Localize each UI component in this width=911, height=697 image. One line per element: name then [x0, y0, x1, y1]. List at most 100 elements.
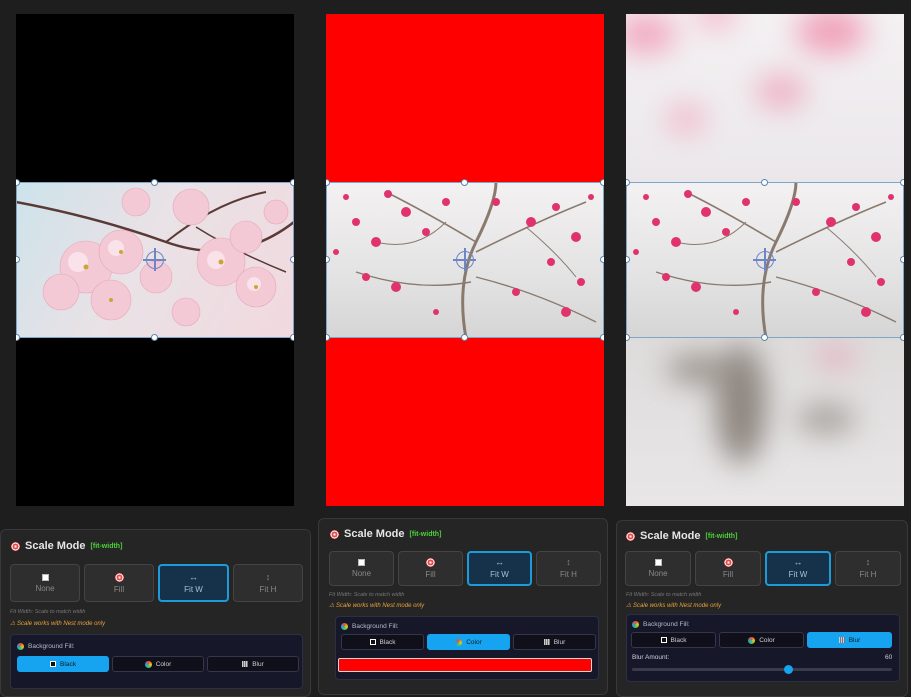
mode-fit-width-button[interactable]: ↔ Fit W	[158, 564, 229, 602]
mode-none-button[interactable]: None	[10, 564, 80, 602]
background-color-picker[interactable]	[338, 658, 592, 672]
arrows-horizontal-icon: ↔	[495, 557, 504, 567]
mode-none-button[interactable]: None	[329, 551, 394, 586]
resize-handle-top-right[interactable]	[290, 179, 294, 186]
arrows-vertical-icon: ↕	[865, 557, 871, 567]
arrows-vertical-icon: ↕	[566, 557, 571, 567]
background-fill-box: Background Fill: Black Color Blur Blur A…	[626, 614, 900, 682]
mode-fill-button[interactable]: Fill	[398, 551, 463, 586]
background-fill-label-text: Background Fill:	[352, 623, 399, 630]
mode-label: Fit H	[560, 570, 577, 579]
bg-black-button[interactable]: Black	[341, 634, 424, 650]
target-icon	[114, 572, 124, 582]
move-crosshair-icon[interactable]	[143, 248, 166, 271]
preview-canvas-black	[16, 14, 294, 506]
mode-fill-button[interactable]: Fill	[84, 564, 154, 602]
bg-color-button[interactable]: Color	[112, 656, 204, 672]
background-fill-label-text: Background Fill:	[643, 621, 690, 628]
resize-handle-top[interactable]	[151, 179, 158, 186]
nest-mode-warning: ⚠ Scale works with Nest mode only	[10, 621, 106, 627]
palette-icon	[632, 621, 639, 628]
panel-title-text: Scale Mode	[25, 540, 86, 552]
bg-option-label: Color	[759, 636, 775, 644]
blur-amount-slider[interactable]	[632, 665, 892, 674]
mode-fit-width-button[interactable]: ↔ Fit W	[765, 551, 831, 586]
bg-color-button[interactable]: Color	[719, 632, 804, 648]
scale-mode-tag: [fit-width]	[705, 532, 738, 540]
target-icon	[723, 558, 733, 567]
resize-handle-right[interactable]	[600, 256, 604, 263]
square-icon	[660, 637, 667, 643]
blur-grid-icon	[543, 639, 550, 645]
move-crosshair-icon[interactable]	[453, 248, 476, 271]
mode-none-button[interactable]: None	[625, 551, 691, 586]
mode-label: None	[648, 569, 668, 578]
blur-grid-icon	[838, 637, 845, 643]
mode-label: Fit H	[859, 570, 877, 579]
arrows-horizontal-icon: ↔	[189, 571, 198, 582]
resize-handle-bottom-left[interactable]	[16, 334, 20, 341]
background-fill-box: Background Fill: Black Color Blur	[10, 634, 303, 689]
square-icon	[369, 639, 376, 645]
mode-label: None	[351, 569, 372, 578]
resize-handle-top[interactable]	[461, 179, 468, 186]
target-icon	[626, 531, 635, 541]
target-icon	[426, 558, 435, 567]
resize-handle-bottom[interactable]	[461, 334, 468, 341]
bg-option-label: Black	[379, 638, 396, 646]
resize-handle-bottom-right[interactable]	[600, 334, 604, 341]
blur-slider-thumb[interactable]	[783, 665, 793, 674]
bg-black-button[interactable]: Black	[631, 632, 716, 648]
resize-handle-bottom-right[interactable]	[290, 334, 294, 341]
bg-color-button[interactable]: Color	[427, 634, 510, 650]
resize-handle-bottom-left[interactable]	[326, 334, 330, 341]
bg-option-label: Blur	[848, 636, 861, 644]
panel-title: Scale Mode [fit-width]	[330, 528, 441, 540]
mode-label: Fit W	[184, 584, 203, 594]
panel-title-text: Scale Mode	[344, 528, 405, 540]
bg-blur-button[interactable]: Blur	[513, 634, 596, 650]
blur-amount-label: Blur Amount:	[632, 654, 670, 661]
mode-label: Fit H	[259, 584, 277, 594]
move-crosshair-icon[interactable]	[753, 248, 776, 271]
mode-fill-button[interactable]: Fill	[695, 551, 761, 586]
bg-option-label: Black	[670, 636, 687, 644]
mode-label: Fill	[113, 584, 125, 594]
scale-mode-tag: [fit-width]	[90, 542, 123, 550]
scale-mode-buttons: None Fill ↔ Fit W ↕ Fit H	[329, 551, 601, 586]
resize-handle-top-right[interactable]	[900, 179, 904, 186]
target-icon	[330, 529, 339, 539]
scale-mode-panel-black: Scale Mode [fit-width] None Fill ↔ Fit W…	[0, 529, 311, 697]
square-icon	[41, 573, 49, 581]
resize-handle-bottom-right[interactable]	[900, 334, 904, 341]
mode-fit-height-button[interactable]: ↕ Fit H	[536, 551, 601, 586]
bg-blur-button[interactable]: Blur	[207, 656, 299, 672]
resize-handle-top-right[interactable]	[600, 179, 604, 186]
square-icon	[50, 661, 57, 667]
resize-handle-bottom[interactable]	[761, 334, 768, 341]
background-fill-label: Background Fill:	[341, 623, 399, 630]
palette-icon	[17, 643, 24, 650]
resize-handle-right[interactable]	[900, 256, 904, 263]
target-icon	[11, 541, 20, 551]
square-icon	[358, 559, 365, 566]
resize-handle-top[interactable]	[761, 179, 768, 186]
bg-blur-button[interactable]: Blur	[807, 632, 892, 648]
palette-icon	[455, 638, 463, 646]
bg-option-label: Blur	[553, 638, 566, 646]
scale-mode-panel-blur: Scale Mode [fit-width] None Fill ↔ Fit W…	[616, 520, 908, 697]
preview-canvas-blur	[626, 14, 904, 506]
panel-title-text: Scale Mode	[640, 530, 701, 542]
palette-icon	[748, 636, 756, 644]
mode-fit-width-button[interactable]: ↔ Fit W	[467, 551, 532, 586]
preview-canvas-color	[326, 14, 604, 506]
mode-fit-height-button[interactable]: ↕ Fit H	[233, 564, 303, 602]
bg-black-button[interactable]: Black	[17, 656, 109, 672]
resize-handle-bottom[interactable]	[151, 334, 158, 341]
mode-fit-height-button[interactable]: ↕ Fit H	[835, 551, 901, 586]
nest-mode-warning: ⚠ Scale works with Nest mode only	[329, 603, 425, 609]
resize-handle-right[interactable]	[290, 256, 294, 263]
mode-hint: Fit Width: Scale to match width	[329, 592, 405, 598]
bg-option-label: Black	[60, 660, 76, 668]
scale-mode-buttons: None Fill ↔ Fit W ↕ Fit H	[10, 564, 303, 602]
